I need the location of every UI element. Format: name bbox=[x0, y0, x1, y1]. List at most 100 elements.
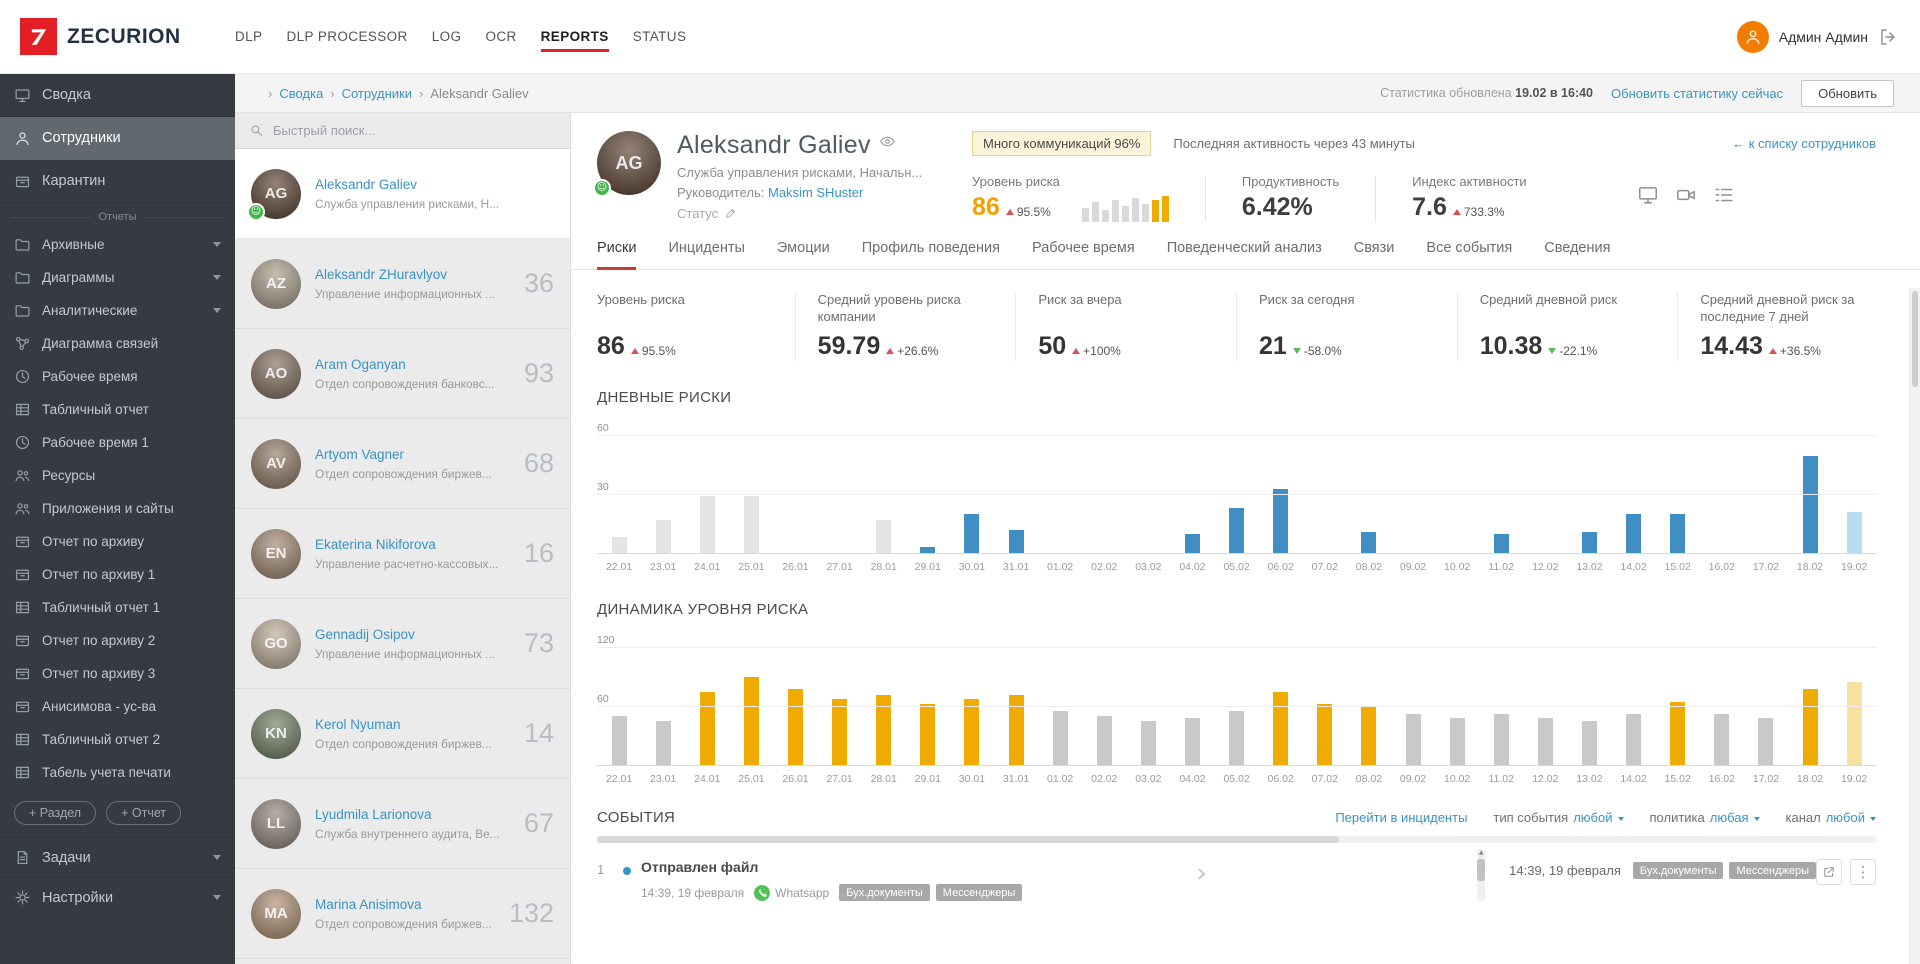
sidebar-report-item[interactable]: Диаграмма связей bbox=[0, 327, 235, 360]
sidebar-item[interactable]: Сводка bbox=[0, 74, 235, 117]
top-nav-item[interactable]: LOG bbox=[432, 29, 462, 44]
top-nav-item[interactable]: DLP PROCESSOR bbox=[286, 29, 407, 44]
employee-row[interactable]: MA Marina Anisimova Отдел сопровождения … bbox=[235, 869, 570, 959]
employee-row[interactable]: LL Lyudmila Larionova Служба внутреннего… bbox=[235, 779, 570, 869]
bar[interactable] bbox=[1493, 533, 1509, 553]
sidebar-report-item[interactable]: Отчет по архиву 3 bbox=[0, 657, 235, 690]
bar[interactable] bbox=[655, 519, 671, 553]
horizontal-scrollbar[interactable] bbox=[597, 836, 1876, 843]
kebab-menu-button[interactable] bbox=[1850, 859, 1876, 885]
bar[interactable] bbox=[1802, 455, 1818, 553]
employee-row[interactable]: AV Artyom Vagner Отдел сопровождения бир… bbox=[235, 419, 570, 509]
employee-name[interactable]: Artyom Vagner bbox=[315, 447, 510, 462]
sidebar-report-item[interactable]: Ресурсы bbox=[0, 459, 235, 492]
tab[interactable]: Сведения bbox=[1544, 232, 1610, 269]
event-row[interactable]: 1 Отправлен файл 14:39, 19 февраля Whats… bbox=[597, 849, 1477, 911]
refresh-now-link[interactable]: Обновить статистику сейчас bbox=[1611, 86, 1783, 101]
bar[interactable] bbox=[1184, 533, 1200, 553]
sidebar-item[interactable]: Настройки bbox=[0, 877, 235, 917]
sidebar-report-item[interactable]: Анисимова - ус-ва bbox=[0, 690, 235, 723]
bar[interactable] bbox=[1670, 701, 1686, 765]
logout-icon[interactable] bbox=[1878, 27, 1898, 47]
event-filter-dropdown[interactable]: тип события любой bbox=[1493, 810, 1624, 825]
employee-search[interactable] bbox=[235, 113, 570, 149]
tab[interactable]: Рабочее время bbox=[1032, 232, 1135, 269]
bar[interactable] bbox=[1581, 721, 1597, 765]
bar[interactable] bbox=[787, 688, 803, 765]
bar[interactable] bbox=[1670, 514, 1686, 553]
sidebar-report-item[interactable]: Отчет по архиву 1 bbox=[0, 558, 235, 591]
sidebar-report-item[interactable]: Табель учета печати bbox=[0, 756, 235, 789]
bar[interactable] bbox=[832, 698, 848, 765]
bar[interactable] bbox=[1096, 716, 1112, 765]
go-to-incidents-link[interactable]: Перейти в инциденты bbox=[1335, 810, 1467, 825]
eye-icon[interactable] bbox=[879, 133, 896, 150]
tab[interactable]: Риски bbox=[597, 232, 637, 270]
user-menu[interactable]: Админ Админ bbox=[1736, 20, 1920, 53]
scrollbar-thumb[interactable] bbox=[1477, 859, 1486, 881]
bar[interactable] bbox=[655, 721, 671, 765]
tab[interactable]: Все события bbox=[1426, 232, 1512, 269]
top-nav-item[interactable]: OCR bbox=[485, 29, 516, 44]
sidebar-report-item[interactable]: Приложения и сайты bbox=[0, 492, 235, 525]
bar[interactable] bbox=[1846, 512, 1862, 553]
event-filter-dropdown[interactable]: политика любая bbox=[1650, 810, 1760, 825]
bar[interactable] bbox=[1229, 508, 1245, 553]
sidebar-report-item[interactable]: Рабочее время 1 bbox=[0, 426, 235, 459]
sidebar-report-item[interactable]: Отчет по архиву bbox=[0, 525, 235, 558]
bar[interactable] bbox=[1008, 529, 1024, 553]
bar[interactable] bbox=[1449, 718, 1465, 765]
bar[interactable] bbox=[1052, 711, 1068, 765]
bar[interactable] bbox=[1317, 703, 1333, 765]
bar[interactable] bbox=[1802, 688, 1818, 765]
sidebar-report-item[interactable]: Рабочее время bbox=[0, 360, 235, 393]
back-to-list-link[interactable]: ← к списку сотрудников bbox=[1732, 136, 1876, 151]
sidebar-report-item[interactable]: Табличный отчет 2 bbox=[0, 723, 235, 756]
vertical-scrollbar[interactable] bbox=[1909, 288, 1920, 964]
tab[interactable]: Профиль поведения bbox=[862, 232, 1000, 269]
employee-row[interactable]: GO Gennadij Osipov Управление информацио… bbox=[235, 599, 570, 689]
bar[interactable] bbox=[1273, 691, 1289, 765]
sidebar-add-button[interactable]: + Раздел bbox=[14, 801, 97, 825]
bar[interactable] bbox=[1626, 714, 1642, 765]
event-filter-dropdown[interactable]: канал любой bbox=[1786, 810, 1876, 825]
employee-name[interactable]: Kerol Nyuman bbox=[315, 717, 510, 732]
sidebar-add-button[interactable]: + Отчет bbox=[106, 801, 182, 825]
tab[interactable]: Эмоции bbox=[777, 232, 830, 269]
employee-name[interactable]: Ekaterina Nikiforova bbox=[315, 537, 510, 552]
tab[interactable]: Поведенческий анализ bbox=[1167, 232, 1322, 269]
sidebar-report-item[interactable]: Аналитические bbox=[0, 294, 235, 327]
bar[interactable] bbox=[1229, 711, 1245, 765]
bar[interactable] bbox=[920, 547, 936, 553]
refresh-button[interactable]: Обновить bbox=[1801, 79, 1894, 107]
sidebar-item[interactable]: Сотрудники bbox=[0, 117, 235, 160]
employee-name[interactable]: Aram Oganyan bbox=[315, 357, 510, 372]
top-nav-item[interactable]: STATUS bbox=[633, 29, 687, 44]
camera-icon[interactable] bbox=[1675, 184, 1697, 206]
bar[interactable] bbox=[1405, 714, 1421, 765]
employee-row[interactable]: AO Aram Oganyan Отдел сопровождения банк… bbox=[235, 329, 570, 419]
sidebar-report-item[interactable]: Архивные bbox=[0, 228, 235, 261]
scrollbar-thumb[interactable] bbox=[1912, 291, 1918, 387]
scrollbar-thumb[interactable] bbox=[597, 836, 1339, 843]
bar[interactable] bbox=[743, 677, 759, 765]
bar[interactable] bbox=[964, 514, 980, 553]
employee-name[interactable]: Aleksandr ZHuravlyov bbox=[315, 267, 510, 282]
bar[interactable] bbox=[1537, 718, 1553, 765]
bar[interactable] bbox=[1140, 721, 1156, 765]
tab[interactable]: Связи bbox=[1354, 232, 1395, 269]
sidebar-report-item[interactable]: Отчет по архиву 2 bbox=[0, 624, 235, 657]
employee-row[interactable]: AG Aleksandr Galiev Служба управления ри… bbox=[235, 149, 570, 239]
bar[interactable] bbox=[1361, 706, 1377, 765]
status-row[interactable]: Статус bbox=[677, 206, 922, 221]
bar[interactable] bbox=[611, 537, 627, 553]
bar[interactable] bbox=[964, 698, 980, 765]
activity-log-icon[interactable] bbox=[1713, 184, 1735, 206]
breadcrumb-item[interactable]: Сотрудники bbox=[323, 86, 412, 101]
bar[interactable] bbox=[1846, 682, 1862, 765]
events-scrollbar[interactable] bbox=[1477, 849, 1486, 901]
employee-row[interactable]: KN Kerol Nyuman Отдел сопровождения бирж… bbox=[235, 689, 570, 779]
expand-chevron-icon[interactable] bbox=[1196, 859, 1207, 887]
bar[interactable] bbox=[1714, 714, 1730, 765]
sidebar-item[interactable]: Карантин bbox=[0, 160, 235, 203]
